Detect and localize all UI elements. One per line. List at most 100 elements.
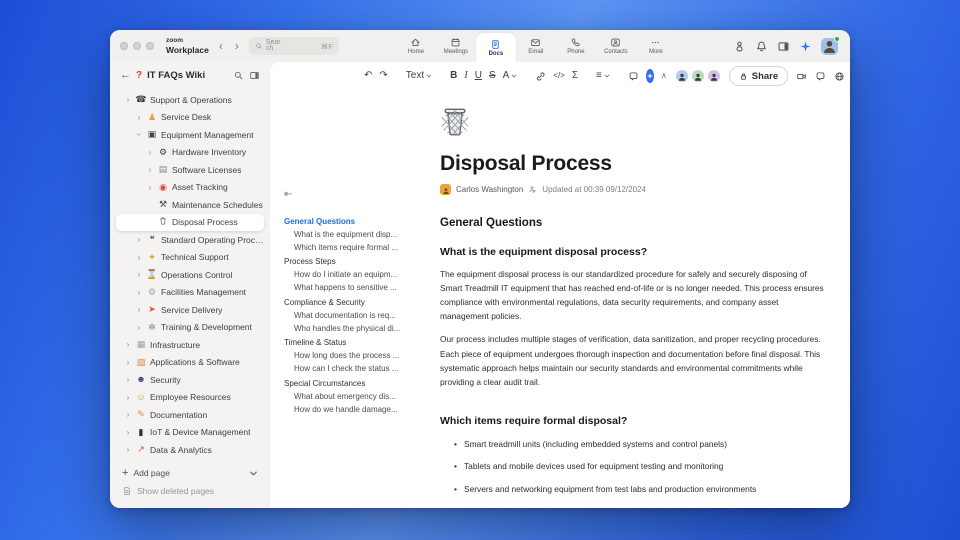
topnav-tab[interactable]: More [636,30,676,62]
tree-item[interactable]: › ☻ Security [116,371,264,389]
tree-expand-chevron-icon[interactable]: › [124,445,132,454]
nav-forward-icon[interactable]: › [233,39,241,53]
tree-item[interactable]: › ⚒ Maintenance Schedules [116,196,264,214]
topnav-tab[interactable]: Docs [475,33,516,62]
toc-entry[interactable]: How long does the process ... [284,349,432,362]
tree-item[interactable]: › ◉ Asset Tracking [116,179,264,197]
tree-item[interactable]: › ⚙ Hardware Inventory [116,144,264,162]
tree-expand-chevron-icon[interactable]: › [146,165,154,174]
question-heading[interactable]: What is the equipment disposal process? [440,246,828,258]
tree-item[interactable]: › ☎ Support & Operations [116,91,264,109]
toc-entry[interactable]: How can I check the status ... [284,362,432,375]
tree-expand-chevron-icon[interactable]: › [135,305,143,314]
tree-expand-chevron-icon[interactable]: › [124,393,132,402]
paragraph[interactable]: The equipment disposal process is our st… [440,267,828,323]
tree-expand-chevron-icon[interactable]: › [124,410,132,419]
tree-item[interactable]: › ➤ Service Delivery [116,301,264,319]
tree-item[interactable]: › ↗ Data & Analytics [116,441,264,459]
tree-item[interactable]: › ✼ Training & Development [116,319,264,337]
tree-item[interactable]: › ♟ Service Desk [116,109,264,127]
comment-button[interactable] [628,71,639,82]
tree-expand-chevron-icon[interactable]: › [135,288,143,297]
chat-button[interactable] [815,71,826,82]
tree-item[interactable]: › ⌛ Operations Control [116,266,264,284]
tree-item[interactable]: › ☺ Employee Resources [116,389,264,407]
toc-entry[interactable]: What happens to sensitive ... [284,281,432,294]
nav-back-icon[interactable]: ‹ [217,39,225,53]
toc-entry[interactable]: Compliance & Security [284,296,432,309]
toc-entry[interactable]: What is the equipment disp... [284,228,432,241]
document-body[interactable]: Disposal Process Carlos Washington Updat… [440,104,828,508]
bold-button[interactable]: B [450,71,457,81]
tree-expand-chevron-icon[interactable]: › [146,148,154,157]
tree-item[interactable]: › ▦ Infrastructure [116,336,264,354]
bullet-item[interactable]: Smart treadmill units (including embedde… [454,439,828,449]
tree-item[interactable]: › ▧ Applications & Software [116,354,264,372]
topnav-tab[interactable]: Email [516,30,556,62]
toc-entry[interactable]: Special Circumstances [284,377,432,390]
tree-expand-chevron-icon[interactable]: › [124,375,132,384]
topnav-tab[interactable]: Contacts [596,30,636,62]
tree-item[interactable]: › ▮ IoT & Device Management [116,424,264,442]
close-window-button[interactable] [120,42,128,50]
collapse-toolbar-icon[interactable]: ∧ [661,72,667,80]
tree-item[interactable]: › Disposal Process [116,213,264,231]
toc-entry[interactable]: Process Steps [284,255,432,268]
language-button[interactable] [834,71,845,82]
sidebar-back-icon[interactable]: ← [120,69,131,81]
text-color-button[interactable]: A [503,71,518,81]
toc-collapse-icon[interactable]: ⇤ [284,189,292,200]
show-deleted-pages-button[interactable]: Show deleted pages [110,482,270,500]
ai-companion-button[interactable] [645,69,654,83]
add-page-chevron-icon[interactable] [249,469,258,478]
profile-icon[interactable] [733,40,746,53]
topnav-tab[interactable]: Phone [556,30,596,62]
question-heading[interactable]: Which items require formal disposal? [440,415,828,427]
redo-icon[interactable]: ↷ [379,71,387,81]
bullet-list[interactable]: Smart treadmill units (including embedde… [440,439,828,508]
tree-expand-chevron-icon[interactable]: › [135,131,144,139]
tree-item[interactable]: › ▣ Equipment Management [116,126,264,144]
tree-expand-chevron-icon[interactable]: › [135,323,143,332]
tree-item[interactable]: › ⚙ Facilities Management [116,284,264,302]
code-block-button[interactable]: </> [553,72,565,80]
bullet-item[interactable]: Tablets and mobile devices used for equi… [454,461,828,471]
italic-button[interactable]: I [464,71,467,81]
wiki-search-icon[interactable] [233,70,244,81]
notifications-bell-icon[interactable] [755,40,768,53]
bullet-item[interactable]: Workstations and laptops assigned to dev… [454,506,828,508]
toc-entry[interactable]: How do I initiate an equipm... [284,268,432,281]
minimize-window-button[interactable] [133,42,141,50]
tree-expand-chevron-icon[interactable]: › [146,183,154,192]
add-page-button[interactable]: + Add page [110,464,270,482]
tree-expand-chevron-icon[interactable]: › [124,95,132,104]
section-heading[interactable]: General Questions [440,217,828,229]
wiki-panel-toggle-icon[interactable] [249,70,260,81]
user-avatar[interactable] [821,35,840,55]
toc-entry[interactable]: Who handles the physical di... [284,322,432,335]
tree-item[interactable]: › ✎ Documentation [116,406,264,424]
side-panel-toggle-icon[interactable] [777,40,790,53]
collaborator-avatars[interactable] [674,69,721,83]
topnav-tab[interactable]: Meetings [436,30,476,62]
zoom-window-button[interactable] [146,42,154,50]
tree-item[interactable]: › ❝ Standard Operating Procedures [116,231,264,249]
share-button[interactable]: Share [728,66,789,86]
ai-companion-icon[interactable] [799,40,812,53]
tree-expand-chevron-icon[interactable]: › [135,253,143,262]
toc-entry[interactable]: What about emergency dis... [284,390,432,403]
tree-expand-chevron-icon[interactable]: › [135,113,143,122]
toc-entry[interactable]: How do we handle damage... [284,403,432,416]
toc-entry[interactable]: Which items require formal ... [284,241,432,254]
toc-entry[interactable]: General Questions [284,215,432,228]
bullet-item[interactable]: Servers and networking equipment from te… [454,484,828,494]
tree-expand-chevron-icon[interactable]: › [124,340,132,349]
list-format-dropdown[interactable]: ≡ [596,71,610,81]
paragraph[interactable]: Our process includes multiple stages of … [440,332,828,388]
insert-link-button[interactable] [535,71,546,82]
toc-entry[interactable]: Timeline & Status [284,336,432,349]
tree-item[interactable]: › ✦ Technical Support [116,249,264,267]
undo-icon[interactable]: ↶ [364,71,372,81]
topnav-tab[interactable]: Home [396,30,436,62]
tree-expand-chevron-icon[interactable]: › [124,428,132,437]
